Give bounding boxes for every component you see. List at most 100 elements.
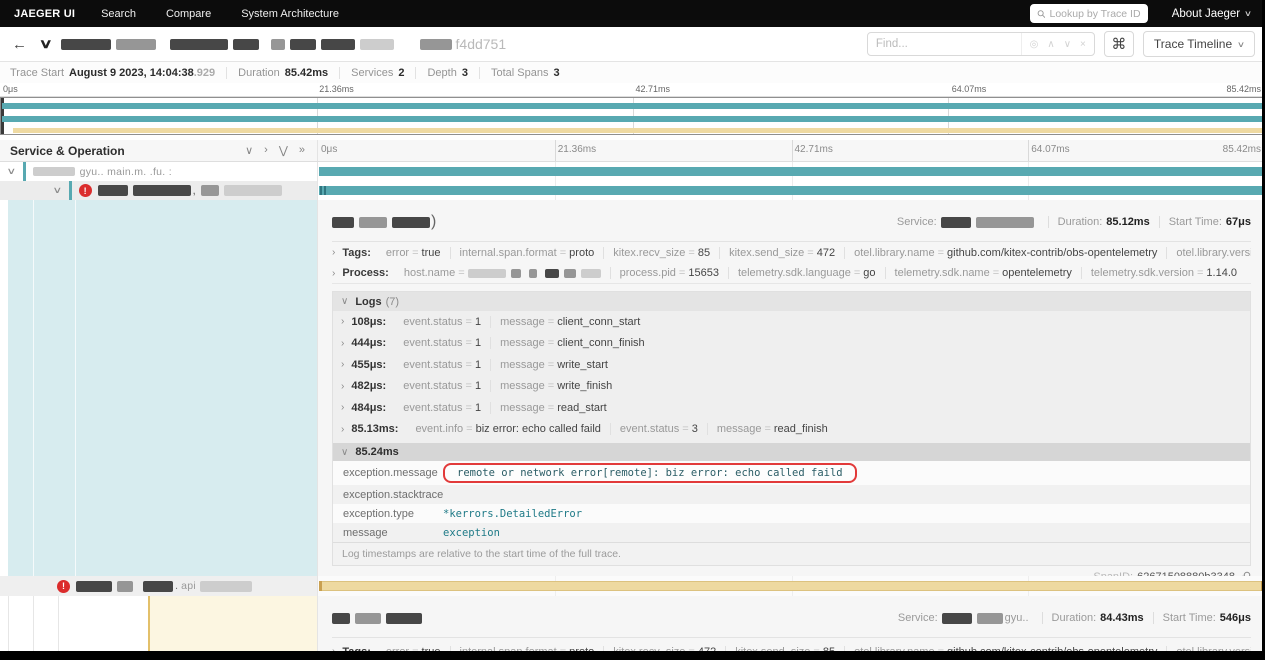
error-icon: ! (57, 579, 70, 593)
chevron-right-icon: › (341, 402, 345, 414)
trace-header-controls: ◎ ∧ ∨ × ⌘ Trace Timeline ∨ (866, 31, 1255, 57)
redacted-block (320, 38, 355, 50)
find-input[interactable] (867, 38, 1021, 50)
tag-item: event.status = 3 (611, 423, 708, 436)
nav-right: About Jaeger ∨ (1029, 4, 1252, 23)
log-entry[interactable]: › 484μs: event.status = 1 message = read_start (333, 397, 1250, 419)
redacted-block (199, 580, 252, 592)
redacted-block (359, 216, 387, 228)
process-row[interactable]: › Process: host.name = process.pid = 15653 t… (332, 263, 1251, 284)
expand-all-icon[interactable]: » (299, 144, 305, 157)
minimap-ruler: 0μs 21.36ms 42.71ms 64.07ms 85.42ms (0, 83, 1265, 97)
chevron-right-icon: › (341, 380, 345, 392)
tag-item: kitex.recv_size = 85 (604, 246, 721, 259)
log-timestamp: 108μs: (351, 315, 387, 328)
view-selector-dropdown[interactable]: Trace Timeline ∨ (1142, 31, 1255, 57)
divider (332, 637, 1251, 638)
nav-item-compare[interactable]: Compare (166, 8, 211, 20)
error-icon: ! (78, 184, 92, 197)
tag-item: event.status = 1 (394, 401, 492, 414)
collapse-all-icon[interactable]: ⋁ (279, 144, 288, 157)
log-entry[interactable]: › 85.13ms: event.info = biz error: echo call… (333, 419, 1250, 441)
tag-item: message = client_conn_start (500, 315, 641, 328)
log-fields: event.status = 1 message = write_start (394, 358, 617, 371)
tag-item: telemetry.sdk.language = go (729, 267, 886, 279)
tags-row[interactable]: › Tags: error=trueinternal.span.format=p… (332, 242, 1251, 263)
span-color-accent (22, 162, 26, 181)
about-jaeger-menu[interactable]: About Jaeger ∨ (1172, 8, 1252, 20)
indent-guide (33, 200, 34, 576)
chevron-down-icon[interactable]: ∨ (52, 185, 62, 196)
tag-item: message = write_start (500, 358, 608, 371)
expand-one-icon[interactable]: › (264, 144, 268, 157)
span-row-root[interactable]: ∨ gyu.. main.m. .fu. : (0, 162, 1265, 181)
jaeger-logo: JAEGER UI (14, 7, 76, 20)
log-marker (319, 581, 322, 591)
trace-lookup-input[interactable] (1049, 7, 1141, 20)
chevron-right-icon: › (332, 247, 336, 258)
trace-minimap[interactable]: 0μs 21.36ms 42.71ms 64.07ms 85.42ms (0, 83, 1265, 137)
highlighted-exception-message: remote or network error[remote]: biz err… (443, 463, 857, 483)
chevron-down-icon: ∨ (341, 296, 349, 307)
log-entries: › 108μs: event.status = 1 message = client_conn… (333, 311, 1250, 440)
nav-item-system-architecture[interactable]: System Architecture (241, 8, 339, 20)
redacted-block (117, 580, 133, 592)
logs-header[interactable]: ∨ Logs (7) (333, 292, 1250, 311)
summary-item: Duration 85.42ms (226, 66, 328, 79)
keyboard-shortcuts-button[interactable]: ⌘ (1103, 31, 1134, 57)
timeline-ticks-header: 0μs 21.36ms 42.71ms 64.07ms 85.42ms (318, 140, 1265, 161)
collapse-one-icon[interactable]: ∨ (245, 144, 253, 157)
chevron-down-icon: ∨ (341, 446, 349, 458)
nav-item-search[interactable]: Search (101, 8, 136, 20)
find-prev-icon[interactable]: ∧ (1047, 39, 1054, 50)
redacted-block (32, 167, 75, 176)
divider (1152, 612, 1154, 624)
redacted-block (270, 38, 285, 50)
redacted-block (169, 38, 228, 50)
find-next-icon[interactable]: ∨ (1064, 39, 1071, 50)
divider (1158, 216, 1160, 228)
exception-field-row: message exception (333, 523, 1250, 542)
search-icon (1037, 9, 1046, 18)
find-clear-icon[interactable]: × (1080, 39, 1086, 50)
summary-item: Services 2 (339, 66, 404, 79)
trace-summary-bar: Trace Start August 9 2023, 14:04:38.929 Du… (0, 62, 1265, 83)
timeline-tick: 85.42ms (1222, 144, 1261, 155)
log-entry[interactable]: › 482μs: event.status = 1 message = write_finis… (333, 376, 1250, 398)
exception-field-value: exception (443, 526, 500, 539)
exception-field-key: exception.stacktrace (343, 488, 444, 501)
tag-item: event.status = 1 (394, 337, 492, 350)
expanded-log-time: 85.24ms (355, 446, 399, 458)
span-duration-bar[interactable] (319, 167, 1264, 176)
find-box: ◎ ∧ ∨ × (866, 32, 1095, 56)
log-entry[interactable]: › 108μs: event.status = 1 message = client_conn… (333, 311, 1250, 333)
tag-item: message = read_start (500, 401, 607, 414)
trace-id-suffix: f4dd751 (455, 36, 507, 52)
chevron-right-icon: › (341, 359, 345, 371)
log-entry[interactable]: › 455μs: event.status = 1 message = write_start (333, 354, 1250, 376)
back-button[interactable]: ← (12, 36, 27, 53)
span-stats: Service: gyu.. Duration: 84.43ms Start T… (898, 612, 1251, 624)
jaeger-trace-page: JAEGER UI Search Compare System Architectu… (0, 0, 1265, 660)
minimap-viewport[interactable] (0, 97, 1265, 135)
service-operation-header: Service & Operation ∨ › ⋁ » (0, 140, 318, 161)
chevron-down-icon: ∨ (1236, 39, 1246, 49)
log-timestamp: 85.13ms: (351, 423, 399, 436)
span-duration-bar[interactable] (319, 186, 1264, 195)
trace-lookup-box[interactable] (1029, 4, 1148, 23)
expanded-log-header[interactable]: ∨ 85.24ms (333, 443, 1250, 461)
span-row-client-error[interactable]: ∨ ! , (0, 181, 1265, 200)
duration-label: Duration: (1057, 216, 1103, 228)
chevron-down-icon[interactable]: ∨ (6, 166, 16, 177)
trace-collapse-chevron-icon[interactable]: ∨ (39, 36, 53, 52)
timeline-grid-header: Service & Operation ∨ › ⋁ » 0μs 21.36ms 42… (0, 140, 1265, 162)
log-entry[interactable]: › 444μs: event.status = 1 message = client_conn… (333, 333, 1250, 355)
tick-labels: 0μs 21.36ms 42.71ms 64.07ms 85.42ms (318, 140, 1265, 161)
span-duration-bar[interactable] (319, 581, 1264, 591)
span-row-server-error[interactable]: ! . api (0, 576, 1265, 596)
span-detail-panel: ) Service: Duration: 85.12ms Start Time:… (0, 200, 1265, 576)
redacted-block (940, 216, 971, 228)
tags-label: Tags: (342, 246, 371, 259)
tag-item: telemetry.sdk.version = 1.14.0 (1090, 267, 1238, 279)
find-match-icon[interactable]: ◎ (1030, 39, 1039, 50)
